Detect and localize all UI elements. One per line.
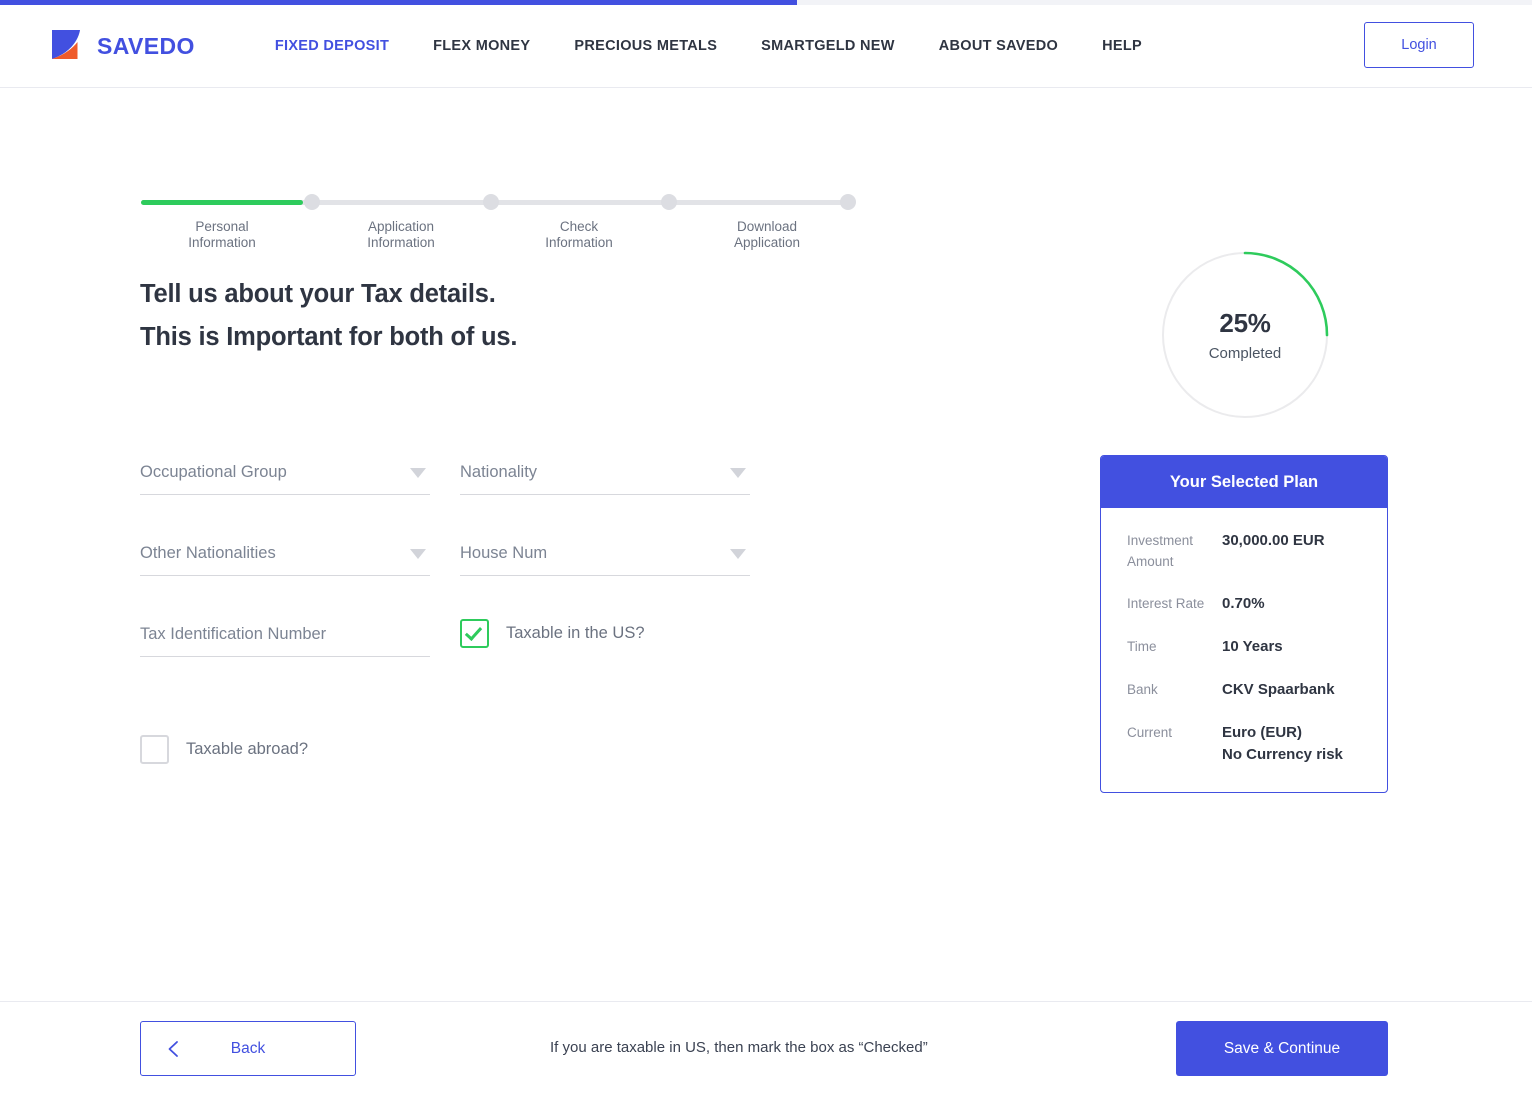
plan-row-interest-rate: Interest Rate 0.70% <box>1127 593 1361 615</box>
back-button[interactable]: Back <box>140 1021 356 1076</box>
taxable-abroad-label: Taxable abroad? <box>186 740 309 758</box>
nav-item-about-savedo[interactable]: ABOUT SAVEDO <box>939 38 1058 54</box>
plan-value: 10 Years <box>1222 638 1283 655</box>
site-header: SAVEDO FIXED DEPOSIT FLEX MONEY PRECIOUS… <box>0 5 1532 88</box>
tax-identification-number-field[interactable] <box>140 625 430 657</box>
tax-details-form: Taxable in the US? Taxable abroad? <box>140 463 780 764</box>
tax-identification-number-input[interactable] <box>140 625 430 644</box>
taxable-us-checkbox[interactable] <box>460 619 489 648</box>
plan-row-bank: Bank CKV Spaarbank <box>1127 679 1361 701</box>
taxable-abroad-checkbox[interactable] <box>140 735 169 764</box>
plan-row-investment-amount: Investment Amount 30,000.00 EUR <box>1127 530 1361 572</box>
form-row-1 <box>140 463 780 495</box>
stepper-dot-3[interactable] <box>661 194 677 210</box>
page-title-line2: This is Important for both of us. <box>140 323 518 351</box>
stepper-label-download-application: Download Application <box>692 219 842 250</box>
form-footer: Back If you are taxable in US, then mark… <box>0 1001 1532 1098</box>
savedo-logo-icon <box>50 28 86 64</box>
stepper-progress-fill <box>141 200 303 205</box>
main-content: Personal Information Application Informa… <box>0 88 1532 1001</box>
stepper-label-line1: Check <box>559 219 599 234</box>
stepper-label-line2: Information <box>188 234 256 250</box>
nationality-field[interactable] <box>460 463 750 495</box>
nav-item-help[interactable]: HELP <box>1102 38 1142 54</box>
form-row-2 <box>140 544 780 576</box>
brand-logo[interactable]: SAVEDO <box>50 28 195 64</box>
nav-item-precious-metals[interactable]: PRECIOUS METALS <box>574 38 717 54</box>
stepper-label-line1: Personal <box>195 219 249 234</box>
check-icon <box>464 623 483 641</box>
plan-key: Current <box>1127 725 1173 740</box>
login-button[interactable]: Login <box>1364 22 1474 68</box>
main-navigation: FIXED DEPOSIT FLEX MONEY PRECIOUS METALS… <box>275 38 1142 54</box>
plan-value: 30,000.00 EUR <box>1222 532 1325 549</box>
house-num-input[interactable] <box>460 544 750 563</box>
completion-progress-ring: 25% Completed <box>1161 251 1329 419</box>
plan-key: Investment Amount <box>1127 533 1194 569</box>
selected-plan-card: Your Selected Plan Investment Amount 30,… <box>1100 455 1388 793</box>
plan-key: Interest Rate <box>1127 596 1205 611</box>
footer-hint-text: If you are taxable in US, then mark the … <box>550 1039 928 1056</box>
completion-sublabel: Completed <box>1208 345 1282 362</box>
occupational-group-input[interactable] <box>140 463 430 482</box>
plan-row-current: Current Euro (EUR) No Currency risk <box>1127 722 1361 766</box>
stepper-label-line1: Application <box>367 219 435 234</box>
nationality-input[interactable] <box>460 463 750 482</box>
page-title: Tell us about your Tax details. This is … <box>140 273 517 359</box>
stepper-label-line2: Application <box>733 234 801 250</box>
completion-percent: 25% <box>1219 308 1271 338</box>
nav-item-smartgeld-new[interactable]: SMARTGELD NEW <box>761 38 895 54</box>
taxable-us-label: Taxable in the US? <box>506 624 645 642</box>
arrow-left-icon <box>163 1038 185 1060</box>
stepper-label-line1: Download <box>736 219 798 234</box>
save-and-continue-button[interactable]: Save & Continue <box>1176 1021 1388 1076</box>
nav-item-flex-money[interactable]: FLEX MONEY <box>433 38 530 54</box>
completion-progress-text: 25% Completed <box>1161 251 1329 419</box>
chevron-down-icon[interactable] <box>410 468 426 478</box>
taxable-us-checkbox-group[interactable]: Taxable in the US? <box>460 619 645 648</box>
stepper-label-application-information: Application Information <box>326 219 476 250</box>
taxable-abroad-checkbox-group[interactable]: Taxable abroad? <box>140 735 780 764</box>
plan-value: CKV Spaarbank <box>1222 681 1335 698</box>
plan-row-time: Time 10 Years <box>1127 636 1361 658</box>
stepper-dot-4[interactable] <box>840 194 856 210</box>
chevron-down-icon[interactable] <box>730 468 746 478</box>
other-nationalities-input[interactable] <box>140 544 430 563</box>
selected-plan-title: Your Selected Plan <box>1101 456 1387 508</box>
other-nationalities-field[interactable] <box>140 544 430 576</box>
stepper-label-line2: Information <box>367 234 435 250</box>
chevron-down-icon[interactable] <box>410 549 426 559</box>
application-stepper: Personal Information Application Informa… <box>141 143 861 250</box>
form-row-3: Taxable in the US? <box>140 619 780 657</box>
stepper-label-check-information: Check Information <box>504 219 654 250</box>
occupational-group-field[interactable] <box>140 463 430 495</box>
page-root: SAVEDO FIXED DEPOSIT FLEX MONEY PRECIOUS… <box>0 0 1532 1098</box>
plan-key: Bank <box>1127 682 1158 697</box>
house-num-field[interactable] <box>460 544 750 576</box>
stepper-dot-2[interactable] <box>483 194 499 210</box>
chevron-down-icon[interactable] <box>730 549 746 559</box>
plan-value: 0.70% <box>1222 595 1265 612</box>
page-title-line1: Tell us about your Tax details. <box>140 280 496 308</box>
plan-value: Euro (EUR) No Currency risk <box>1222 724 1343 763</box>
back-button-label: Back <box>230 1039 266 1057</box>
stepper-dot-1[interactable] <box>304 194 320 210</box>
nav-item-fixed-deposit[interactable]: FIXED DEPOSIT <box>275 38 389 54</box>
stepper-label-personal-information: Personal Information <box>147 219 297 250</box>
stepper-label-line2: Information <box>545 234 613 250</box>
brand-name: SAVEDO <box>97 32 195 59</box>
plan-key: Time <box>1127 639 1157 654</box>
selected-plan-rows: Investment Amount 30,000.00 EUR Interest… <box>1101 508 1387 792</box>
